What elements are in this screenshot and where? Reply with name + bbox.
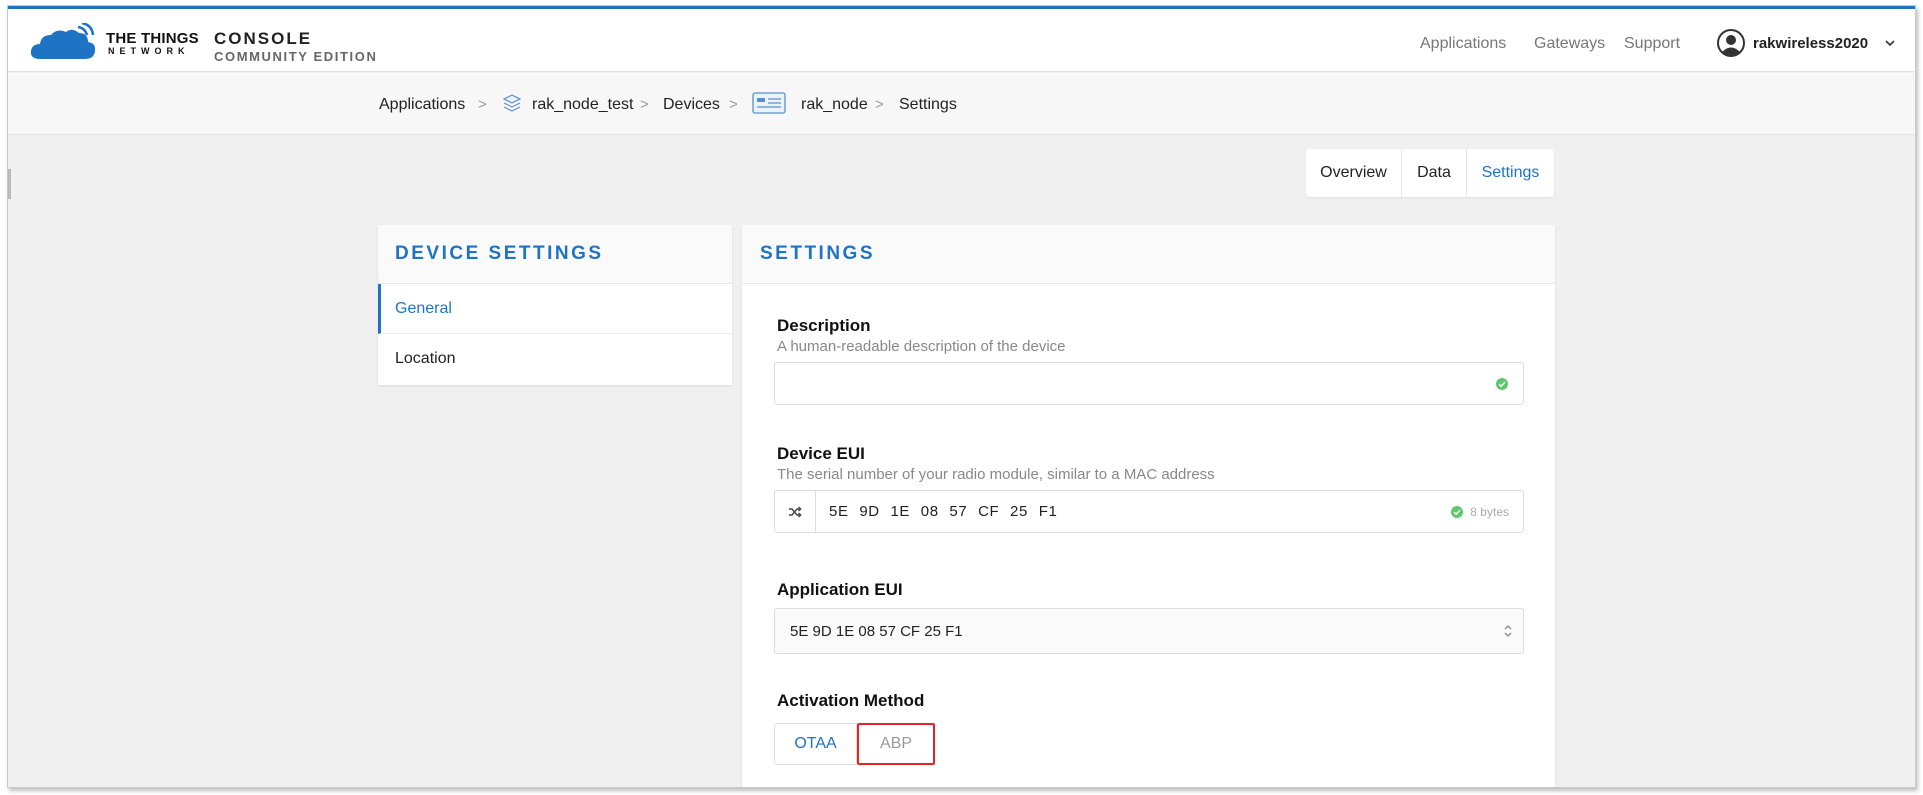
application-eui-value: 5E 9D 1E 08 57 CF 25 F1 <box>790 623 963 640</box>
breadcrumb-application-name[interactable]: rak_node_test <box>532 96 633 114</box>
activation-method-label: Activation Method <box>777 691 925 710</box>
activation-method-toggle: OTAA ABP <box>774 723 935 765</box>
device-settings-panel: DEVICE SETTINGS General Location <box>378 225 732 385</box>
otaa-button[interactable]: OTAA <box>774 723 857 765</box>
breadcrumb-devices[interactable]: Devices <box>663 96 720 114</box>
user-avatar-icon[interactable] <box>1717 29 1745 57</box>
browser-frame: THE THINGS NETWORK CONSOLE COMMUNITY EDI… <box>7 5 1916 788</box>
user-name[interactable]: rakwireless2020 <box>1753 35 1868 52</box>
nav-gateways[interactable]: Gateways <box>1534 35 1605 53</box>
application-eui-select[interactable]: 5E 9D 1E 08 57 CF 25 F1 <box>774 608 1524 654</box>
settings-title: SETTINGS <box>760 243 876 264</box>
chevron-down-icon[interactable] <box>1884 37 1896 49</box>
device-eui-label: Device EUI <box>777 444 865 463</box>
abp-button[interactable]: ABP <box>857 723 935 765</box>
breadcrumb-settings: Settings <box>899 96 957 113</box>
console-edition: COMMUNITY EDITION <box>214 49 378 64</box>
generate-eui-button[interactable] <box>775 491 816 532</box>
device-settings-header: DEVICE SETTINGS <box>378 225 732 284</box>
resize-handle[interactable] <box>8 169 11 199</box>
nav-support[interactable]: Support <box>1624 35 1680 53</box>
sidebar-item-general[interactable]: General <box>378 284 732 334</box>
device-tabs: Overview Data Settings <box>1306 149 1554 197</box>
ttn-cloud-logo-icon[interactable] <box>30 23 100 63</box>
description-help: A human-readable description of the devi… <box>777 338 1066 355</box>
breadcrumb-device-name[interactable]: rak_node <box>801 96 868 114</box>
top-header: THE THINGS NETWORK CONSOLE COMMUNITY EDI… <box>8 9 1915 72</box>
application-eui-label: Application EUI <box>777 580 903 599</box>
tab-settings[interactable]: Settings <box>1467 149 1554 197</box>
settings-header: SETTINGS <box>742 225 1555 284</box>
device-eui-input[interactable]: 5E 9D 1E 08 57 CF 25 F1 8 bytes <box>774 490 1524 533</box>
application-stack-icon <box>502 94 522 112</box>
settings-panel: SETTINGS Description A human-readable de… <box>742 225 1555 787</box>
breadcrumb-separator: > <box>640 96 649 113</box>
tab-data[interactable]: Data <box>1402 149 1467 197</box>
shuffle-icon <box>789 506 802 517</box>
nav-applications[interactable]: Applications <box>1420 35 1506 53</box>
device-module-icon <box>752 92 786 114</box>
breadcrumb: Applications > rak_node_test > Devices >… <box>8 73 1915 135</box>
brand-network: NETWORK <box>108 46 190 56</box>
console-title: CONSOLE <box>214 29 313 48</box>
device-eui-help: The serial number of your radio module, … <box>777 466 1215 483</box>
tab-overview[interactable]: Overview <box>1306 149 1402 197</box>
breadcrumb-separator: > <box>729 96 738 113</box>
description-label: Description <box>777 316 871 335</box>
breadcrumb-separator: > <box>875 96 884 113</box>
select-arrows-icon <box>1504 625 1512 637</box>
device-settings-title: DEVICE SETTINGS <box>395 243 604 264</box>
breadcrumb-separator: > <box>478 96 487 113</box>
check-circle-icon <box>1451 506 1463 518</box>
check-circle-icon <box>1496 378 1508 390</box>
brand-name: THE THINGS <box>106 30 199 47</box>
sidebar-item-location[interactable]: Location <box>378 334 732 384</box>
device-eui-bytes: 8 bytes <box>1470 505 1509 519</box>
breadcrumb-applications[interactable]: Applications <box>379 96 465 114</box>
description-input[interactable] <box>774 362 1524 405</box>
device-eui-value: 5E 9D 1E 08 57 CF 25 F1 <box>829 503 1058 520</box>
